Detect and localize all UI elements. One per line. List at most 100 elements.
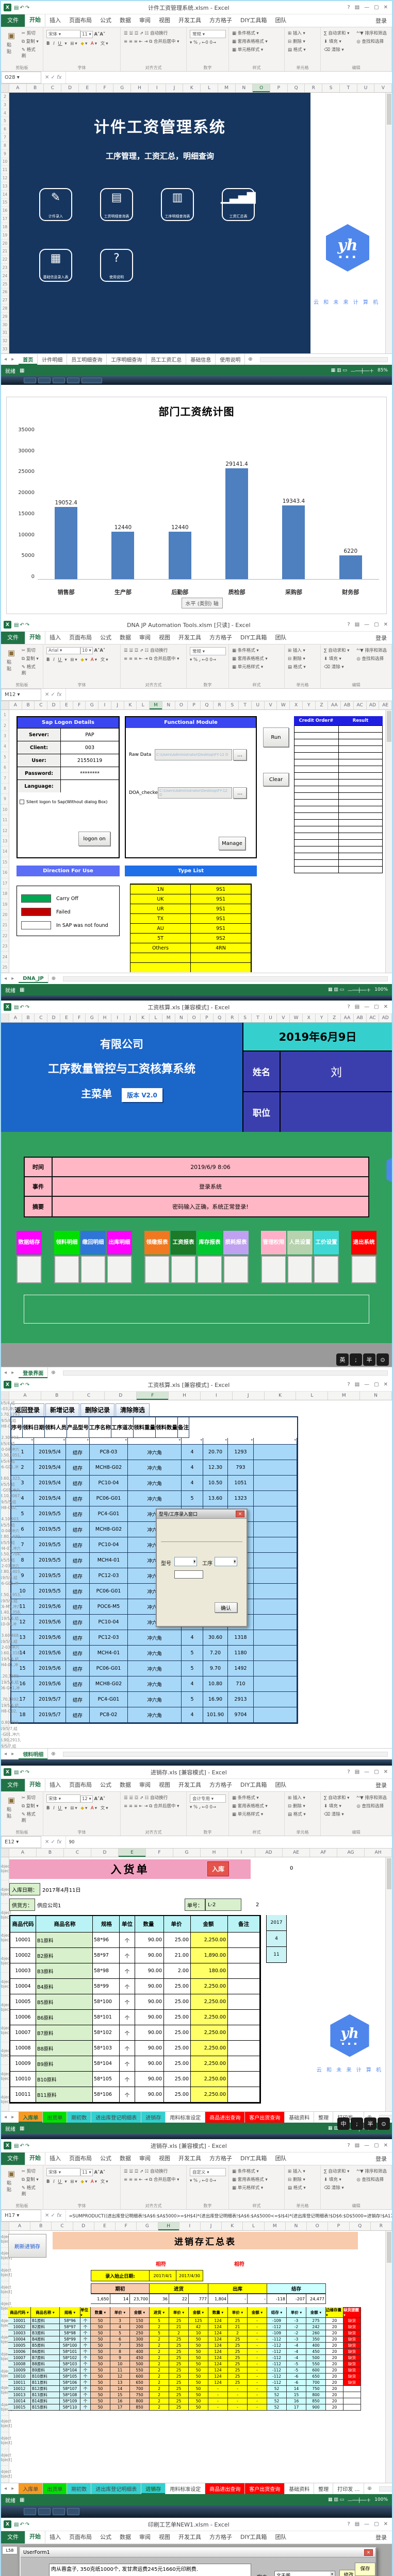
view-buttons[interactable]: ▦ ▥ ▭ [328,987,344,992]
row-header[interactable]: 4 [1,741,9,752]
column-header-U[interactable]: U [357,84,375,92]
column-header-A[interactable]: A [9,1392,41,1400]
menu-button[interactable]: 损耗报表 [223,1231,249,1283]
horizontal-scrollbar[interactable] [63,1370,388,1376]
format-as-table-button[interactable]: ▦ 套用表格格式 ▾ [232,1803,268,1809]
column-header-I[interactable]: I [201,1392,233,1400]
row-header[interactable]: 30 [1,321,9,329]
row-header[interactable]: [object Object] [1,1904,9,1927]
row-header[interactable]: 1 [1,710,9,720]
menu-check-button[interactable] [197,1256,222,1283]
ime-button[interactable]: ; [350,1353,362,1366]
column-header-E[interactable]: E [60,1014,73,1022]
column-header-K[interactable]: K [124,701,137,709]
menu-button[interactable]: 工资报表 [171,1231,196,1283]
clear-button[interactable]: ⌫ 清除 ▾ [324,2184,349,2191]
insert-cells-button[interactable]: ⊞ 插入 ▾ [288,1794,306,1801]
name-box[interactable]: H17 ▾ [1,2210,41,2222]
ribbon-tab-6[interactable]: 审阅 [135,632,155,644]
silent-logon-checkbox[interactable] [20,800,24,804]
windows-taskbar[interactable] [1,995,392,1001]
add-sheet-button[interactable]: ⊕ [245,357,255,362]
window-control-button[interactable]: ▢ [374,5,379,10]
number-buttons[interactable]: ▾ % ٫ ←0 0→ [190,2178,226,2183]
fill-button[interactable]: ⬇ 填充 ▾ [324,38,349,44]
vertical-scrollbar[interactable] [385,2231,392,2483]
row-header[interactable]: 25 [1,962,9,973]
row-header[interactable]: 15 [1,857,9,868]
row-header[interactable]: 6,2019/5/5,结存,MCH8-G02,冲六角,4,14.10,903, [1,1499,9,1522]
menu-check-button[interactable] [17,1256,42,1283]
zoom-slider[interactable]: —──┼──＋ [351,367,374,374]
column-header-Z[interactable]: Z [316,701,329,709]
side-button-保存[interactable]: 保存 [355,2563,375,2576]
column-header-J[interactable]: J [124,1014,137,1022]
qat-icon[interactable]: ↷ [25,1382,29,1388]
column-header-V[interactable]: V [265,701,277,709]
column-header-X[interactable]: X [303,1014,316,1022]
column-header-AC[interactable]: AC [367,1014,380,1022]
window-control-button[interactable]: ▢ [374,1382,379,1387]
find-select-button[interactable]: ◎ 查找和选择 [356,2176,387,2182]
column-header-G[interactable]: G [137,2222,158,2230]
column-header-B[interactable]: B [37,1849,64,1857]
qat-icon[interactable]: ↷ [25,622,29,628]
window-control-button[interactable]: ? [347,1382,350,1387]
ribbon-tab-8[interactable]: 开发工具 [174,2153,205,2165]
ribbon-tab-1[interactable]: 开始 [25,2531,45,2544]
format-as-table-button[interactable]: ▦ 套用表格格式 ▾ [232,655,268,662]
qat-icon[interactable]: ▤ [14,1382,19,1388]
column-header-L[interactable]: L [201,84,218,92]
ribbon-tab-0[interactable]: 文件 [1,14,25,27]
column-header-Z[interactable]: Z [328,1014,341,1022]
clear-button[interactable]: Clear [263,773,289,786]
window-control-button[interactable]: ? [347,5,350,10]
row-header[interactable]: 11 [1,166,9,174]
ime-toolbar[interactable]: 中;半⊙ [337,2117,390,2130]
row-header[interactable]: 7,2019/5/5,结存,PC10-04,冲六角,4,12.80,1470, [1,1522,9,1540]
format-painter-button[interactable]: ✎ 格式刷 [22,1811,40,1823]
sheet-tab-基础资料[interactable]: 基础资料 [285,2483,314,2494]
ribbon-tab-8[interactable]: 开发工具 [174,1779,205,1791]
column-header-X[interactable]: X [290,701,303,709]
number-buttons[interactable]: ▾ % ٫ ←0 0→ [190,40,226,45]
version-button[interactable]: 版本 V2.0 [122,1088,162,1102]
row-header[interactable]: 28 [1,304,9,313]
sheet-tab-打印发 …[interactable]: 打印发 … [333,2483,364,2494]
row-header[interactable]: 2,2019/5/4,结存,MCH8-G02,冲六角,4,12.30,793, [1,1418,9,1441]
row-header[interactable]: [object Object] [1,2416,9,2433]
autosum-button[interactable]: ∑ 自动求和 ▾ [324,2168,349,2174]
raw-data-browse-button[interactable]: … [233,749,247,760]
column-header-D[interactable]: D [73,2222,94,2230]
ribbon-tab-11[interactable]: 团队 [271,2153,290,2165]
macro-record-icon[interactable]: ▦ [20,987,24,993]
column-header-AH[interactable]: AH [365,1849,392,1857]
copy-button[interactable]: ⧉ 复制 ▾ [22,38,40,44]
ribbon-tab-3[interactable]: 页面布局 [65,2531,96,2544]
window-control-button[interactable]: — [364,1382,369,1387]
wrap-text-button[interactable]: ☷ 自动换行 [145,1795,168,1801]
column-header-N[interactable]: N [175,1014,188,1022]
ime-toolbar[interactable]: 英;半⊙ [336,1353,389,1366]
column-header-O[interactable]: O [307,2222,328,2230]
column-header-AD[interactable]: AD [255,1849,283,1857]
sheet-tab-工序明细查询[interactable]: 工序明细查询 [107,354,146,365]
menu-button[interactable]: 出库明细 [107,1231,132,1283]
conditional-format-button[interactable]: ▦ 条件格式 ▾ [232,2168,268,2174]
sheet-tab-期初数[interactable]: 期初数 [67,2112,91,2123]
ribbon-tab-3[interactable]: 页面布局 [65,14,96,27]
column-header-N[interactable]: N [162,701,175,709]
row-header[interactable]: [object Object] [1,1950,9,1973]
clear-button[interactable]: ⌫ 清除 ▾ [324,46,349,53]
column-header-A[interactable]: A [9,2222,30,2230]
row-header[interactable]: 13,2019/5/6,结存,PC12-03,冲六角,4,30.60,1318, [1,1639,9,1656]
number-buttons[interactable]: ▾ % ٫ ←0 0→ [190,1805,226,1810]
column-header-J[interactable]: J [166,84,184,92]
row-header[interactable]: 6 [1,762,9,773]
sheet-tab-用料标准设定[interactable]: 用料标准设定 [166,2112,205,2123]
view-buttons[interactable]: ▦ ▥ ▭ [331,368,347,373]
column-header-C[interactable]: C [35,701,47,709]
font-size-box[interactable]: 12 ▾ [80,1795,93,1803]
wrap-text-button[interactable]: ☷ 自动换行 [145,2169,168,2174]
sap-field-value[interactable]: ******** [61,767,119,779]
